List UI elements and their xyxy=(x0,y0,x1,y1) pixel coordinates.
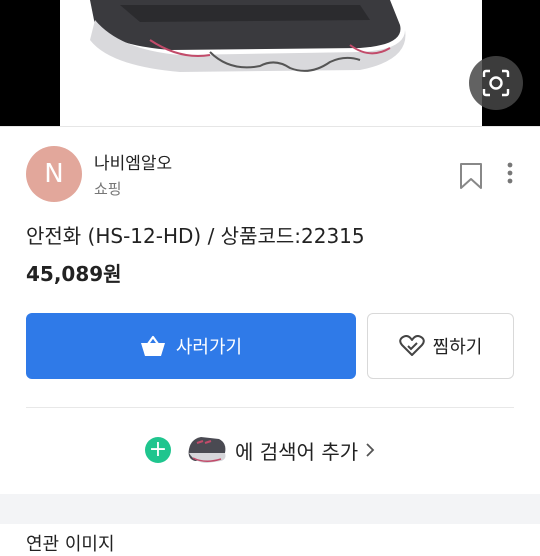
bookmark-icon xyxy=(460,163,482,189)
divider xyxy=(0,126,540,127)
seller-category: 쇼핑 xyxy=(94,180,122,198)
product-title: 안전화 (HS-12-HD) / 상품코드:22315 xyxy=(26,224,365,248)
wish-button-label: 찜하기 xyxy=(432,337,483,358)
heart-icon xyxy=(398,335,425,356)
more-vertical-icon xyxy=(507,162,513,184)
product-thumbnail xyxy=(188,437,226,463)
product-image-area[interactable] xyxy=(0,0,540,126)
wish-button[interactable]: 찜하기 xyxy=(367,313,514,379)
buy-button[interactable]: 사러가기 xyxy=(26,313,356,379)
add-search-keyword-row[interactable]: + 에 검색어 추가 xyxy=(145,428,376,472)
image-search-button[interactable] xyxy=(469,56,523,110)
divider xyxy=(26,407,514,408)
seller-avatar[interactable]: N xyxy=(26,146,82,202)
buy-button-label: 사러가기 xyxy=(175,337,243,358)
related-section-title: 연관 이미지 xyxy=(26,534,115,555)
shoe-illustration xyxy=(90,0,406,72)
product-image[interactable] xyxy=(60,0,482,126)
seller-name[interactable]: 나비엠알오 xyxy=(94,149,172,174)
chevron-right-icon xyxy=(366,443,375,457)
bookmark-button[interactable] xyxy=(458,162,484,190)
add-search-keyword-label: 에 검색어 추가 xyxy=(235,439,359,464)
product-price: 45,089원 xyxy=(26,262,122,286)
more-options-button[interactable] xyxy=(502,160,518,186)
image-search-icon xyxy=(482,69,510,97)
plus-icon: + xyxy=(145,437,171,463)
section-separator xyxy=(0,494,540,524)
basket-icon xyxy=(140,335,165,356)
